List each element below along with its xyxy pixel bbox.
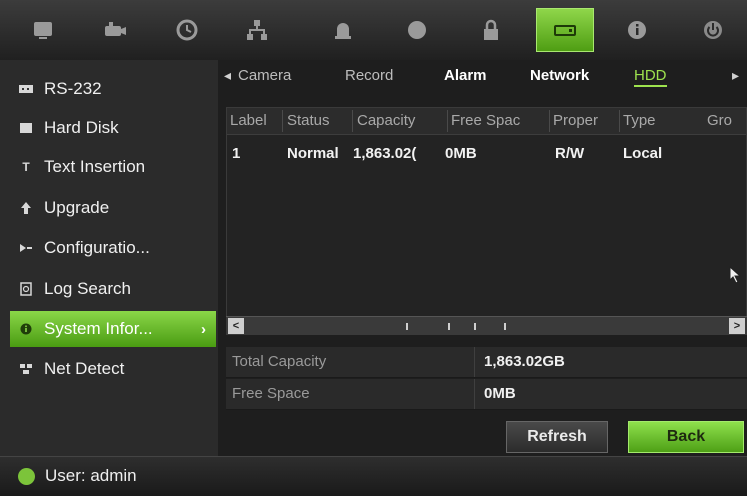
power-icon[interactable]	[684, 8, 742, 52]
hard-disk-icon	[18, 120, 34, 136]
info-icon[interactable]	[608, 8, 666, 52]
mouse-cursor-icon	[729, 266, 741, 284]
column-header[interactable]: Free Spac	[451, 112, 547, 129]
status-bar: User: admin	[0, 456, 747, 496]
table-cell: 1	[232, 145, 241, 162]
net-detect-icon	[18, 361, 34, 377]
configuration-icon	[18, 240, 34, 256]
sidebar-item-label: Text Insertion	[44, 157, 146, 176]
record-icon[interactable]	[388, 8, 446, 52]
tab-record[interactable]: Record	[345, 67, 393, 84]
table-cell: Normal	[287, 145, 339, 162]
top-toolbar	[0, 0, 747, 61]
table-cell: 1,863.02(	[353, 145, 417, 162]
sidebar-item-label: RS-232	[44, 79, 102, 98]
main-panel: ◂ Camera Record Alarm Network HDD ▸ Labe…	[218, 60, 747, 456]
total-capacity-row: Total Capacity 1,863.02GB	[226, 347, 747, 378]
table-header: Label Status Capacity Free Spac Proper T…	[227, 108, 746, 135]
free-space-row: Free Space 0MB	[226, 379, 747, 410]
sidebar-item-system-info[interactable]: System Infor... ›	[10, 311, 216, 347]
sidebar-item-upgrade[interactable]: Upgrade	[10, 190, 216, 226]
user-icon	[18, 468, 35, 485]
text-insertion-icon: T	[22, 160, 30, 174]
sidebar-item-log-search[interactable]: Log Search	[10, 271, 216, 307]
column-header[interactable]: Label	[230, 112, 280, 129]
sidebar-item-net-detect[interactable]: Net Detect	[10, 351, 216, 387]
total-capacity-label: Total Capacity	[232, 353, 327, 370]
sidebar-item-hard-disk[interactable]: Hard Disk	[10, 110, 216, 146]
sidebar-item-text-insertion[interactable]: T Text Insertion	[10, 149, 216, 185]
free-space-value: 0MB	[484, 385, 516, 402]
column-header[interactable]: Proper	[553, 112, 613, 129]
total-capacity-value: 1,863.02GB	[484, 353, 565, 370]
playback-icon[interactable]	[158, 8, 216, 52]
info-icon	[18, 321, 34, 337]
tab-camera[interactable]: Camera	[238, 67, 291, 84]
refresh-button[interactable]: Refresh	[506, 421, 608, 453]
sidebar-item-label: Log Search	[44, 279, 131, 298]
sidebar-item-label: Hard Disk	[44, 118, 119, 137]
table-cell: Local	[623, 145, 663, 162]
sidebar-item-label: Net Detect	[44, 359, 125, 378]
hdd-icon[interactable]	[536, 8, 594, 52]
log-search-icon	[18, 281, 34, 297]
upgrade-icon	[18, 200, 34, 216]
tab-alarm[interactable]: Alarm	[444, 67, 487, 84]
current-user: User: admin	[45, 466, 137, 485]
back-button[interactable]: Back	[628, 421, 744, 453]
chevron-right-icon: ›	[201, 320, 206, 338]
tab-scroll-left-icon[interactable]: ◂	[224, 67, 231, 84]
live-view-icon[interactable]	[14, 8, 72, 52]
column-header[interactable]: Status	[287, 112, 349, 129]
table-cell: 0MB	[445, 145, 477, 162]
sidebar-item-label: System Infor...	[44, 319, 153, 338]
rs232-icon	[18, 81, 34, 97]
free-space-label: Free Space	[232, 385, 310, 402]
scroll-right-button[interactable]: >	[729, 318, 745, 334]
column-header[interactable]: Capacity	[357, 112, 445, 129]
tab-bar: ◂ Camera Record Alarm Network HDD ▸	[218, 60, 747, 94]
sidebar-item-rs232[interactable]: RS-232	[10, 71, 216, 107]
lock-icon[interactable]	[462, 8, 520, 52]
camera-icon[interactable]	[86, 8, 144, 52]
scroll-left-button[interactable]: <	[228, 318, 244, 334]
tab-hdd[interactable]: HDD	[634, 67, 667, 87]
tab-scroll-right-icon[interactable]: ▸	[732, 67, 739, 84]
column-header[interactable]: Gro	[707, 112, 747, 129]
sidebar-item-configuration[interactable]: Configuratio...	[10, 230, 216, 266]
hdd-table: Label Status Capacity Free Spac Proper T…	[226, 107, 747, 335]
column-header[interactable]: Type	[623, 112, 703, 129]
horizontal-scrollbar[interactable]: < >	[226, 316, 747, 335]
network-icon[interactable]	[228, 8, 286, 52]
sidebar: RS-232 Hard Disk T Text Insertion Upgrad…	[0, 60, 218, 456]
table-cell: R/W	[555, 145, 585, 162]
alarm-icon[interactable]	[314, 8, 372, 52]
tab-network[interactable]: Network	[530, 67, 589, 84]
sidebar-item-label: Upgrade	[44, 198, 110, 217]
sidebar-item-label: Configuratio...	[44, 238, 150, 257]
